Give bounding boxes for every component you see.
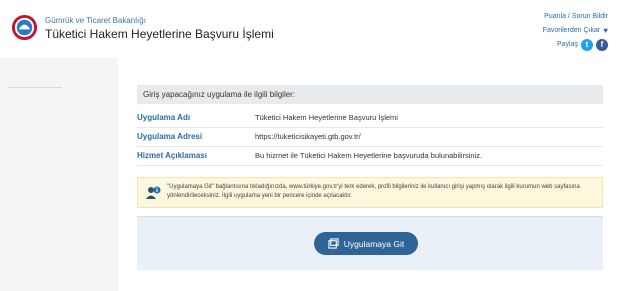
header-links: Puanla / Sorun Bildir Favorilerden Çıkar… (543, 10, 608, 52)
share-label: Paylaş (556, 41, 578, 48)
rate-report-link[interactable]: Puanla / Sorun Bildir (544, 10, 608, 24)
action-area: Uygulamaya Git (137, 216, 603, 270)
info-key: Hizmet Açıklaması (137, 151, 207, 160)
facebook-icon[interactable]: f (596, 39, 608, 51)
info-user-icon (146, 186, 161, 199)
info-row-app-address: Uygulama Adresi https://tuketicisikayeti… (137, 129, 603, 147)
info-key: Uygulama Adı (137, 113, 191, 122)
info-heading: Giriş yapacağınız uygulama ile ilgili bi… (137, 85, 603, 104)
info-row-app-name: Uygulama Adı Tüketici Hakem Heyetlerine … (137, 110, 603, 128)
go-button-label: Uygulamaya Git (343, 238, 405, 249)
info-row-service-description: Hizmet Açıklaması Bu hizmet ile Tüketici… (137, 148, 603, 166)
redirect-notice: "Uygulamaya Git" bağlantısına tıkladığın… (137, 177, 603, 208)
info-value: https://tuketicisikayeti.gtb.gov.tr/ (255, 132, 361, 141)
go-to-application-button[interactable]: Uygulamaya Git (314, 232, 418, 255)
remove-favorite-link[interactable]: Favorilerden Çıkar (543, 24, 601, 38)
info-value: Bu hizmet ile Tüketici Hakem Heyetlerine… (255, 151, 483, 160)
ministry-logo[interactable] (11, 14, 38, 41)
notice-text: "Uygulamaya Git" bağlantısına tıkladığın… (167, 184, 580, 199)
external-window-icon (328, 238, 339, 249)
twitter-icon[interactable]: t (581, 39, 593, 51)
info-value: Tüketici Hakem Heyetlerine Başvuru İşlem… (255, 113, 398, 122)
sidebar-divider (8, 87, 62, 88)
page-header: Gümrük ve Ticaret Bakanlığı Tüketici Hak… (0, 0, 620, 58)
info-key: Uygulama Adresi (137, 132, 203, 141)
sidebar (0, 58, 118, 291)
main-content: Giriş yapacağınız uygulama ile ilgili bi… (118, 58, 620, 291)
ministry-name[interactable]: Gümrük ve Ticaret Bakanlığı (45, 16, 146, 25)
page-title: Tüketici Hakem Heyetlerine Başvuru İşlem… (45, 27, 274, 41)
heart-icon[interactable]: ♥ (603, 24, 608, 38)
